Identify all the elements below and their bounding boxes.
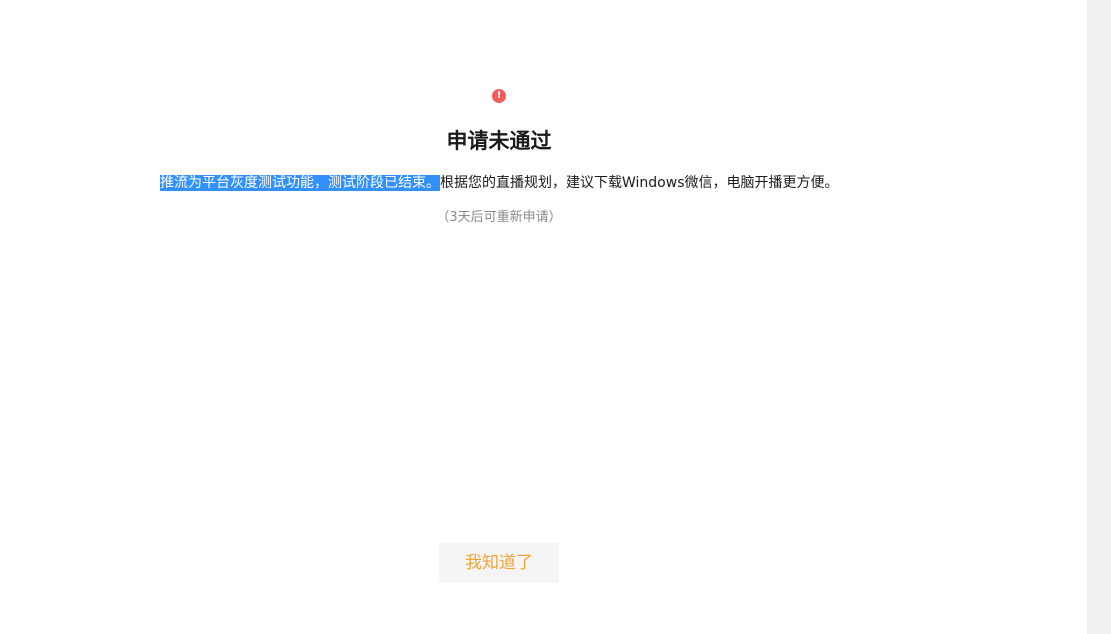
message-text: 根据您的直播规划，建议下载Windows微信，电脑开播更方便。 [440,175,839,191]
application-result-page: ! 申请未通过 推流为平台灰度测试功能，测试阶段已结束。根据您的直播规划，建议下… [0,0,1111,634]
exclamation-circle-icon: ! [492,89,506,103]
content-area: ! 申请未通过 推流为平台灰度测试功能，测试阶段已结束。根据您的直播规划，建议下… [0,0,1087,634]
result-message: 推流为平台灰度测试功能，测试阶段已结束。根据您的直播规划，建议下载Windows… [160,173,839,194]
result-title: 申请未通过 [446,129,552,153]
acknowledge-button[interactable]: 我知道了 [439,543,559,583]
selected-message-text: 推流为平台灰度测试功能，测试阶段已结束。 [160,175,440,191]
scrollbar[interactable] [1087,0,1111,634]
reapply-hint: （3天后可重新申请） [436,210,562,225]
